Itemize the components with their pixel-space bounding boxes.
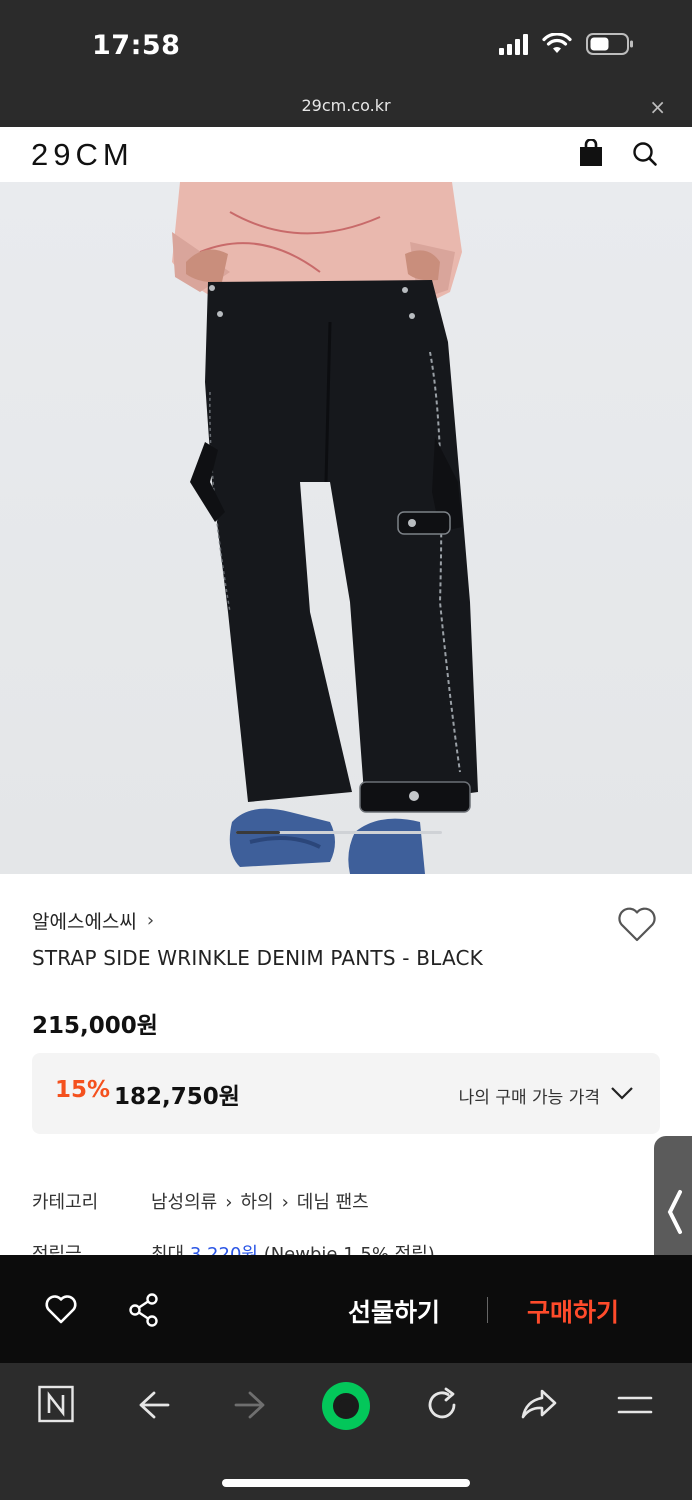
category-row: 카테고리 남성의류 › 하의 › 데님 팬츠 — [32, 1188, 369, 1214]
product-photo — [0, 182, 692, 874]
url-text[interactable]: 29cm.co.kr — [0, 96, 692, 115]
sale-price: 182,750원 — [114, 1084, 240, 1110]
original-price: 215,000원 — [32, 1013, 158, 1039]
signal-icon — [499, 33, 528, 55]
buy-button[interactable]: 구매하기 — [527, 1293, 619, 1329]
url-bar[interactable]: 29cm.co.kr × — [0, 90, 692, 127]
product-image[interactable] — [0, 182, 692, 874]
back-arrow-icon[interactable] — [136, 1385, 172, 1425]
category-separator: › — [225, 1192, 233, 1213]
brand-name[interactable]: 알에스에스씨 — [32, 907, 137, 934]
category-item[interactable]: 데님 팬츠 — [297, 1192, 369, 1213]
category-item[interactable]: 남성의류 — [151, 1192, 217, 1213]
category-item[interactable]: 하의 — [240, 1192, 273, 1213]
status-bar: 17:58 — [0, 0, 692, 90]
share-icon[interactable] — [128, 1293, 160, 1327]
chevron-right-icon: › — [146, 910, 155, 931]
purchase-action-bar: 선물하기 구매하기 — [0, 1255, 692, 1363]
close-icon[interactable]: × — [649, 95, 666, 119]
category-separator: › — [281, 1192, 289, 1213]
heart-icon[interactable] — [616, 905, 658, 943]
heart-icon[interactable] — [44, 1293, 78, 1325]
share-arrow-icon[interactable] — [520, 1385, 558, 1425]
naver-green-dot-icon[interactable] — [320, 1380, 372, 1432]
menu-icon[interactable] — [617, 1385, 653, 1425]
chevron-left-icon — [667, 1190, 682, 1234]
category-label: 카테고리 — [32, 1192, 99, 1213]
forward-arrow-icon[interactable] — [232, 1385, 268, 1425]
my-price-label[interactable]: 나의 구매 가능 가격 — [459, 1083, 600, 1108]
discount-rate: 15% — [55, 1077, 111, 1103]
status-time: 17:58 — [92, 30, 181, 61]
wifi-icon — [542, 33, 572, 53]
status-icons — [499, 32, 634, 56]
battery-icon — [586, 33, 633, 55]
home-indicator — [222, 1479, 470, 1487]
price-box[interactable]: 15% 182,750원 나의 구매 가능 가격 — [32, 1053, 660, 1134]
refresh-icon[interactable] — [424, 1385, 460, 1425]
naver-n-icon[interactable] — [38, 1385, 74, 1423]
site-logo[interactable]: 29CM — [31, 137, 134, 173]
chevron-down-icon[interactable] — [610, 1085, 634, 1101]
gift-button[interactable]: 선물하기 — [348, 1293, 440, 1329]
category-path[interactable]: 남성의류 › 하의 › 데님 팬츠 — [151, 1188, 369, 1214]
site-header: 29CM — [0, 127, 692, 182]
divider — [487, 1297, 488, 1323]
brand-link[interactable]: 알에스에스씨 › — [32, 907, 154, 934]
bag-icon[interactable] — [578, 139, 604, 167]
search-icon[interactable] — [632, 141, 658, 167]
product-name: STRAP SIDE WRINKLE DENIM PANTS - BLACK — [32, 946, 483, 970]
